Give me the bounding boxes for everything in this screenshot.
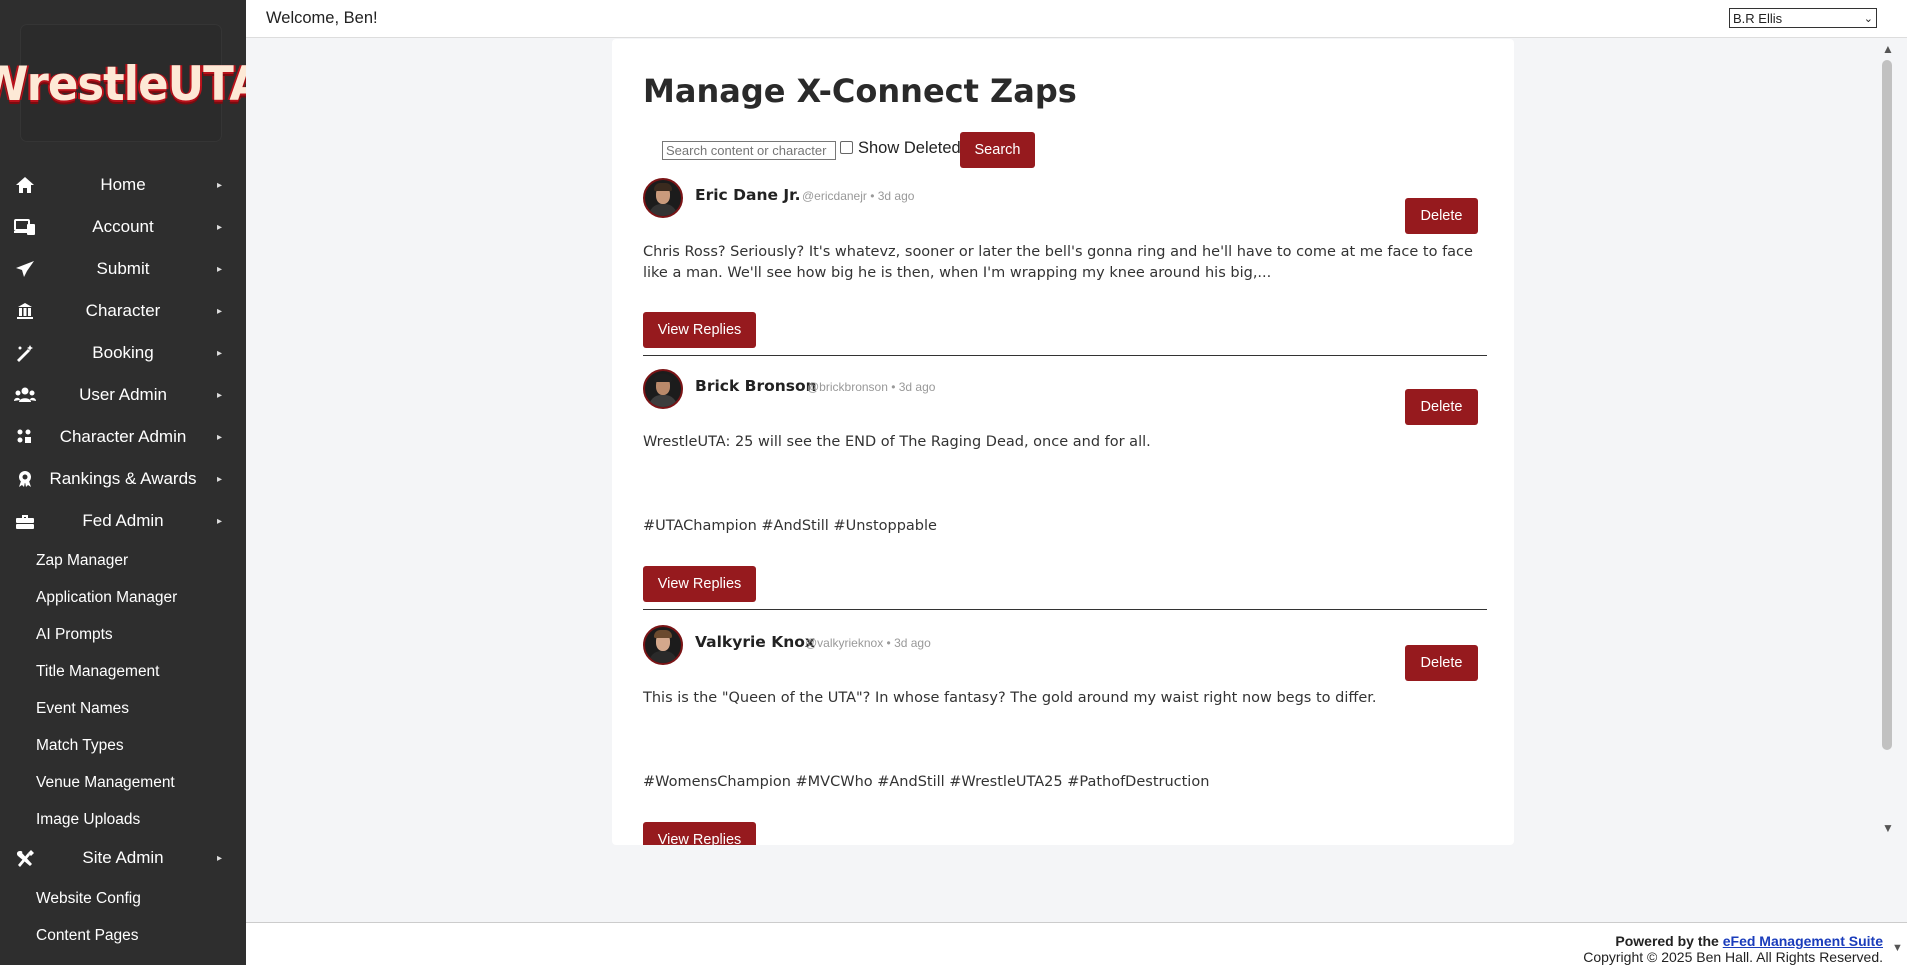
post-text: #UTAChampion #AndStill #Unstoppable: [643, 518, 937, 534]
user-select-value: B.R Ellis: [1733, 10, 1783, 26]
nav-label: User Admin: [79, 385, 167, 404]
sidebar: WrestleUTA Home ▸ Account ▸ Submit ▸ Cha…: [0, 0, 246, 965]
view-replies-button[interactable]: View Replies: [643, 312, 756, 348]
nav-label: Rankings & Awards: [49, 469, 197, 488]
efed-link[interactable]: eFed Management Suite: [1723, 933, 1883, 949]
nav-rankings-awards[interactable]: Rankings & Awards ▸: [0, 461, 246, 497]
nav-account[interactable]: Account ▸: [0, 209, 246, 245]
author-name: Valkyrie Knox: [695, 633, 815, 651]
nav-character[interactable]: Character ▸: [0, 293, 246, 329]
nav-label: Account: [92, 217, 154, 236]
top-bar: Welcome, Ben! B.R Ellis ⌄: [246, 0, 1907, 38]
post-text: #WomensChampion #MVCWho #AndStill #Wrest…: [643, 774, 1210, 790]
post-meta: @valkyrieknox • 3d ago: [805, 636, 931, 650]
subnav-title-management[interactable]: Title Management: [36, 663, 160, 681]
avatar: [643, 178, 683, 218]
nav-label: Submit: [96, 259, 150, 278]
chevron-right-icon: ▸: [217, 305, 223, 317]
nav-label: Character Admin: [59, 427, 187, 446]
divider: [643, 355, 1487, 356]
nav-label: Booking: [92, 343, 154, 362]
subnav-image-uploads[interactable]: Image Uploads: [36, 811, 140, 829]
page-title: Manage X-Connect Zaps: [643, 72, 1077, 110]
subnav-application-manager[interactable]: Application Manager: [36, 589, 177, 607]
chevron-right-icon: ▸: [217, 515, 223, 527]
chevron-right-icon: ▸: [217, 179, 223, 191]
zap-manager-card: Manage X-Connect Zaps Show Deleted Searc…: [612, 39, 1514, 845]
subnav-venue-management[interactable]: Venue Management: [36, 774, 175, 792]
avatar: [643, 369, 683, 409]
show-deleted-label: Show Deleted: [858, 139, 961, 157]
page-scrollbar[interactable]: ▲ ▼: [1878, 38, 1907, 838]
nav-home[interactable]: Home ▸: [0, 167, 246, 203]
delete-button[interactable]: Delete: [1405, 645, 1478, 681]
post-text: Chris Ross? Seriously? It's whatevz, soo…: [643, 244, 1473, 281]
delete-button[interactable]: Delete: [1405, 389, 1478, 425]
search-input[interactable]: [662, 141, 836, 160]
footer: Powered by the eFed Management Suite Cop…: [246, 922, 1907, 965]
subnav-zap-manager[interactable]: Zap Manager: [36, 552, 128, 570]
copyright: Copyright © 2025 Ben Hall. All Rights Re…: [1583, 949, 1883, 965]
author-name: Eric Dane Jr.: [695, 186, 801, 204]
subnav-content-pages[interactable]: Content Pages: [36, 927, 139, 945]
view-replies-button[interactable]: View Replies: [643, 822, 756, 845]
nav-submit[interactable]: Submit ▸: [0, 251, 246, 287]
subnav-event-names[interactable]: Event Names: [36, 700, 129, 718]
nav-fed-admin[interactable]: Fed Admin ▸: [0, 503, 246, 539]
nav-label: Fed Admin: [82, 511, 164, 530]
chevron-right-icon: ▸: [217, 347, 223, 359]
powered-prefix: Powered by the: [1615, 933, 1723, 949]
chevron-right-icon: ▸: [217, 431, 223, 443]
chevron-right-icon: ▸: [217, 852, 223, 864]
nav-user-admin[interactable]: User Admin ▸: [0, 377, 246, 413]
author-name: Brick Bronson: [695, 377, 817, 395]
footer-scroll-down-icon[interactable]: ▼: [1892, 942, 1903, 954]
nav-label: Site Admin: [82, 848, 164, 867]
zap-post: Valkyrie Knox @valkyrieknox • 3d ago Del…: [643, 625, 1495, 845]
divider: [643, 609, 1487, 610]
view-replies-button[interactable]: View Replies: [643, 566, 756, 602]
post-text: WrestleUTA: 25 will see the END of The R…: [643, 434, 1151, 450]
post-text: This is the "Queen of the UTA"? In whose…: [643, 690, 1377, 706]
avatar: [643, 625, 683, 665]
chevron-right-icon: ▸: [217, 389, 223, 401]
powered-by: Powered by the eFed Management Suite: [1615, 933, 1883, 949]
search-button[interactable]: Search: [960, 132, 1035, 168]
brand-logo[interactable]: WrestleUTA: [0, 25, 246, 141]
chevron-down-icon: ⌄: [1863, 12, 1873, 25]
chevron-right-icon: ▸: [217, 221, 223, 233]
chevron-right-icon: ▸: [217, 473, 223, 485]
nav-label: Home: [100, 175, 146, 194]
subnav-website-config[interactable]: Website Config: [36, 890, 141, 908]
nav-character-admin[interactable]: Character Admin ▸: [0, 419, 246, 455]
nav-booking[interactable]: Booking ▸: [0, 335, 246, 371]
delete-button[interactable]: Delete: [1405, 198, 1478, 234]
post-meta: @ericdanejr • 3d ago: [802, 189, 915, 203]
welcome-text: Welcome, Ben!: [266, 9, 378, 27]
post-meta: @brickbronson • 3d ago: [807, 380, 936, 394]
user-select[interactable]: B.R Ellis ⌄: [1729, 8, 1877, 28]
subnav-match-types[interactable]: Match Types: [36, 737, 124, 755]
zap-post: Eric Dane Jr. @ericdanejr • 3d ago Delet…: [643, 178, 1495, 378]
show-deleted-checkbox[interactable]: [840, 141, 853, 154]
logo-text: WrestleUTA: [0, 55, 246, 111]
subnav-ai-prompts[interactable]: AI Prompts: [36, 626, 113, 644]
scroll-down-icon[interactable]: ▼: [1882, 821, 1894, 835]
scroll-up-icon[interactable]: ▲: [1882, 42, 1894, 56]
nav-label: Character: [85, 301, 161, 320]
chevron-right-icon: ▸: [217, 263, 223, 275]
zap-post: Brick Bronson @brickbronson • 3d ago Del…: [643, 369, 1495, 629]
nav-site-admin[interactable]: Site Admin ▸: [0, 840, 246, 876]
scrollbar-thumb[interactable]: [1882, 60, 1892, 750]
